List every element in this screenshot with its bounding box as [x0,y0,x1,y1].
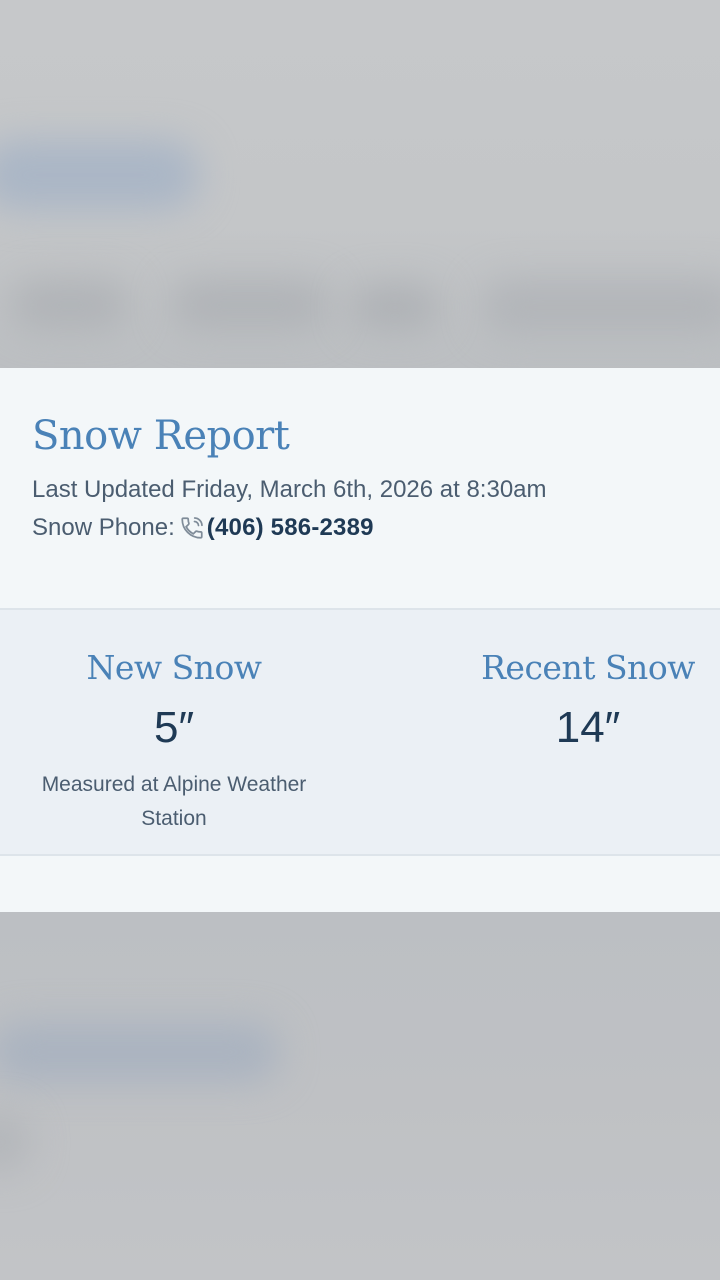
page: Snow Report Last Updated Friday, March 6… [0,0,720,1280]
snow-report-header: Snow Report Last Updated Friday, March 6… [32,410,692,544]
snow-phone-line: Snow Phone: (406) 586-2389 [32,512,692,544]
snow-report-card: Snow Report Last Updated Friday, March 6… [0,368,720,912]
blurred-background-bottom [0,912,720,1280]
new-snow-value: 5″ [153,703,195,752]
snow-phone-label: Snow Phone: [32,514,175,541]
new-snow-stat: New Snow 5″ Measured at Alpine Weather S… [24,646,324,836]
page-title: Snow Report [32,413,290,459]
snow-stats-panel: New Snow 5″ Measured at Alpine Weather S… [0,608,720,856]
new-snow-note: Measured at Alpine Weather Station [41,773,307,830]
recent-snow-value: 14″ [555,703,621,752]
recent-snow-stat: Recent Snow 14″ [438,646,720,754]
new-snow-label: New Snow [86,648,262,687]
blurred-background-top [0,0,720,368]
snow-phone-number-link[interactable]: (406) 586-2389 [207,512,374,544]
phone-icon [177,513,207,543]
recent-snow-label: Recent Snow [481,648,695,687]
last-updated-text: Last Updated Friday, March 6th, 2026 at … [32,476,547,503]
